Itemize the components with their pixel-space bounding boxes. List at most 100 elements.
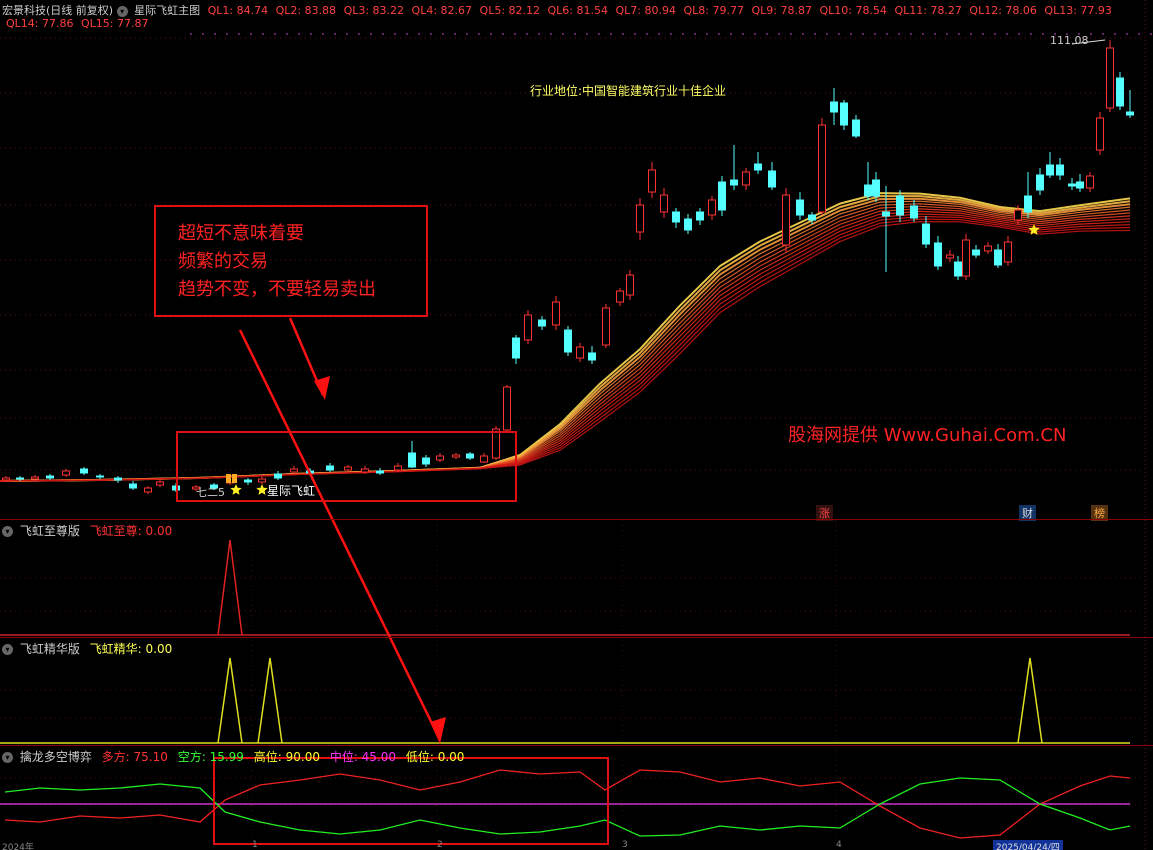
candle-body (512, 337, 520, 359)
small-label: 七二5 (196, 486, 225, 499)
candle-body (660, 194, 668, 213)
candle-body (576, 346, 584, 359)
candle-body (524, 314, 532, 341)
candle-body (830, 101, 838, 113)
candle-body (552, 301, 560, 326)
candle-body (684, 218, 692, 231)
candle-body (16, 477, 24, 480)
pane2-header: ▾ 飞虹精华版 飞虹精华: 0.00 (2, 640, 172, 657)
candle-body (962, 239, 970, 277)
candle-body (984, 245, 992, 252)
candle-body (1024, 195, 1032, 213)
pane2-name[interactable]: 飞虹精华版 (20, 642, 80, 656)
pane1-spike (217, 539, 243, 636)
candle-body (588, 352, 596, 361)
candle-body (503, 386, 511, 431)
pointer-arrowhead (430, 717, 446, 744)
pane1-name[interactable]: 飞虹至尊版 (20, 524, 80, 538)
candle-body (934, 242, 942, 267)
pane3-header: ▾ 擒龙多空博弈 多方: 75.10 空方: 15.99 高位: 90.00 中… (2, 748, 464, 765)
candle-body (946, 254, 954, 259)
highlight-box-main (176, 431, 517, 502)
divider-3 (0, 745, 1153, 746)
highlight-box-osc (213, 757, 609, 845)
pane3-bull: 多方: 75.10 (101, 750, 168, 764)
pane3-high: 高位: 90.00 (253, 750, 320, 764)
candle-body (31, 476, 39, 480)
candle-body (1068, 183, 1076, 187)
candle-body (730, 179, 738, 186)
candle-body (1076, 181, 1084, 189)
candle-body (768, 170, 776, 188)
watermark: 股海网提供 Www.Guhai.Com.CN (788, 425, 1067, 446)
candle-body (1126, 111, 1134, 116)
candle-body (840, 102, 848, 126)
candle-body (96, 475, 104, 478)
pane2-series: 飞虹精华: 0.00 (89, 642, 173, 656)
price-high-label: 111.08 (1050, 34, 1089, 47)
candle-body (602, 307, 610, 346)
candle-body (852, 119, 860, 137)
candle-body (1046, 164, 1054, 176)
candle-body (1086, 175, 1094, 189)
pane3-name[interactable]: 擒龙多空博弈 (20, 750, 92, 764)
candle-body (994, 249, 1002, 266)
collapse-icon[interactable]: ▾ (2, 644, 13, 655)
candle-body (46, 475, 54, 479)
candle-body (80, 468, 88, 474)
date-label-1: 1 (252, 840, 258, 850)
date-label-3: 3 (622, 840, 628, 850)
candle-body (636, 204, 644, 233)
collapse-icon[interactable]: ▾ (2, 752, 13, 763)
candle-body (872, 179, 880, 197)
date-label-2: 2 (437, 840, 443, 850)
candle-body (782, 194, 790, 246)
candle-body (156, 481, 164, 486)
candle-body (1056, 164, 1064, 176)
pointer-arrow (238, 329, 442, 741)
candle-body (910, 205, 918, 219)
candle-body (1106, 47, 1114, 109)
candle-body (954, 261, 962, 277)
candle-body (648, 169, 656, 193)
candle-body (564, 329, 572, 353)
candle-body (708, 199, 716, 216)
candle-body (114, 477, 122, 481)
annotation-box: 超短不意味着要 频繁的交易 趋势不变，不要轻易卖出 (154, 205, 428, 317)
candle-body (1004, 241, 1012, 263)
pane3-bear: 空方: 15.99 (177, 750, 244, 764)
candle-body (616, 290, 624, 303)
candle-body (1096, 117, 1104, 151)
candle-body (796, 199, 804, 216)
annotation-line-3: 趋势不变，不要轻易卖出 (178, 279, 376, 300)
candle-body (742, 171, 750, 186)
candle-body (696, 211, 704, 221)
pane1-header: ▾ 飞虹至尊版 飞虹至尊: 0.00 (2, 522, 172, 539)
pane1-series: 飞虹至尊: 0.00 (89, 524, 173, 538)
candle-body (896, 195, 904, 216)
candle-body (2, 477, 10, 481)
annotation-line-2: 频繁的交易 (178, 251, 268, 272)
candle-body (922, 223, 930, 245)
candle-body (718, 181, 726, 211)
candle-body (818, 124, 826, 213)
candle-body (754, 163, 762, 171)
divider-2 (0, 637, 1153, 638)
pane3-mid: 中位: 45.00 (329, 750, 397, 764)
candle-body (129, 483, 137, 489)
industry-label: 行业地位:中国智能建筑行业十佳企业 (530, 84, 727, 98)
candle-body (864, 184, 872, 197)
candle-body (1014, 209, 1022, 221)
candle-body (672, 211, 680, 223)
pane3-low: 低位: 0.00 (405, 750, 465, 764)
pane2-spike (257, 657, 283, 744)
date-axis: 2024年 1 2 3 4 2025/04/24/四 (0, 840, 1153, 850)
pane2-spike (1017, 657, 1043, 744)
candle-body (972, 249, 980, 256)
date-label-year: 2024年 (2, 843, 34, 850)
candle-body (1116, 77, 1124, 107)
annotation-line-1: 超短不意味着要 (178, 223, 304, 244)
collapse-icon[interactable]: ▾ (2, 526, 13, 537)
pane2-spike (217, 657, 243, 744)
candle-body (1036, 174, 1044, 191)
